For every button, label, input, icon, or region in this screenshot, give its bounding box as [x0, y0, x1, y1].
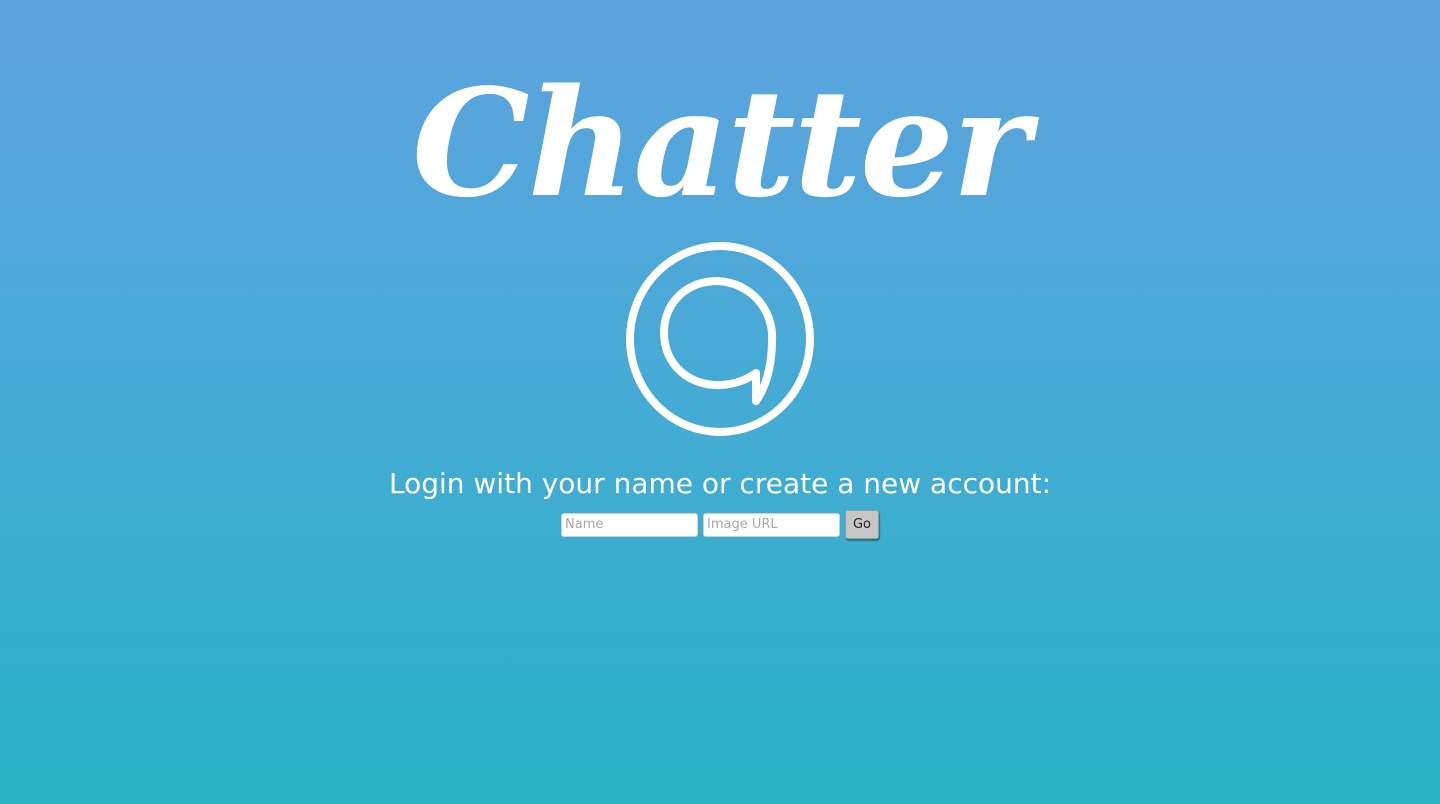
chat-bubble-circle-icon [626, 242, 814, 436]
name-input[interactable] [561, 512, 698, 537]
image-url-input[interactable] [703, 512, 840, 537]
login-prompt: Login with your name or create a new acc… [388, 467, 1052, 500]
login-form: Go [0, 510, 1440, 539]
go-button[interactable]: Go [845, 510, 879, 539]
app-title: Chatter [411, 56, 1030, 230]
